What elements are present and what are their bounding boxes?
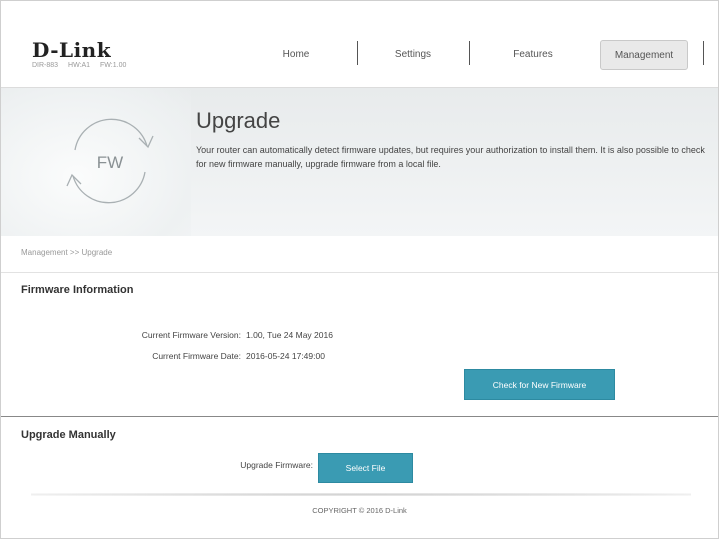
firmware-information-heading: Firmware Information (21, 284, 134, 296)
page-title: Upgrade (196, 108, 281, 133)
copyright-text: COPYRIGHT © 2016 D-Link (312, 506, 407, 515)
upgrade-firmware-label: Upgrade Firmware: (240, 460, 313, 470)
page-description: Your router can automatically detect fir… (196, 145, 705, 169)
hardware-version: HW:A1 (68, 62, 91, 69)
firmware-version-label: Current Firmware Version: (141, 330, 241, 340)
nav-management[interactable]: Management (600, 40, 688, 70)
check-new-firmware-button[interactable]: Check for New Firmware (464, 369, 615, 400)
nav-divider (357, 41, 358, 65)
select-file-button[interactable]: Select File (318, 453, 413, 483)
router-admin-page: D-Link DIR-883 HW:A1 FW:1.00 Home Settin… (0, 0, 719, 539)
firmware-version: FW:1.00 (100, 62, 127, 69)
firmware-version-value: 1.00, Tue 24 May 2016 (246, 330, 333, 340)
nav-divider (469, 41, 470, 65)
device-info: DIR-883 HW:A1 FW:1.00 (32, 62, 134, 69)
nav-home[interactable]: Home (241, 39, 351, 69)
nav-features[interactable]: Features (475, 39, 591, 69)
fw-icon-label: FW (97, 153, 123, 172)
firmware-refresh-icon: FW (66, 118, 154, 204)
breadcrumb: Management >> Upgrade (21, 248, 113, 257)
footer-divider (31, 493, 691, 496)
upgrade-manually-heading: Upgrade Manually (21, 429, 116, 441)
brand-logo[interactable]: D-Link (32, 38, 111, 62)
model-number: DIR-883 (32, 62, 59, 69)
firmware-date-value: 2016-05-24 17:49:00 (246, 351, 325, 361)
top-header: D-Link DIR-883 HW:A1 FW:1.00 Home Settin… (1, 1, 718, 87)
nav-settings[interactable]: Settings (363, 39, 463, 69)
divider (1, 272, 718, 273)
nav-divider (703, 41, 704, 65)
section-divider (1, 416, 718, 417)
firmware-date-label: Current Firmware Date: (152, 351, 241, 361)
